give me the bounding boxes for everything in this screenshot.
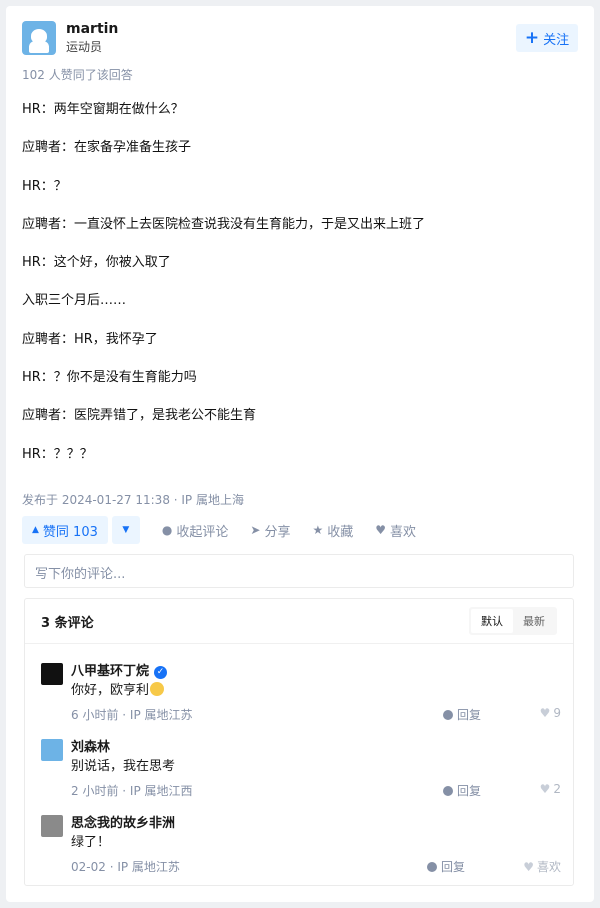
favorite-label: 收藏: [327, 524, 354, 540]
answer-line: 应聘者：医院弄错了，是我老公不能生育: [22, 408, 257, 424]
follow-label: 关注: [543, 32, 570, 48]
approve-count: 102 人赞同了该回答: [22, 68, 133, 82]
heart-icon: ♥: [375, 523, 386, 537]
reply-icon: [442, 709, 453, 720]
comment-time: 6 小时前: [71, 708, 119, 722]
comments-panel: 3 条评论 默认 最新 八甲基环丁烷 ✓ 你好，欧亨利 6 小时前 · IP 属…: [24, 598, 574, 886]
comments-count: 3 条评论: [41, 615, 94, 631]
like-count: 2: [553, 782, 561, 796]
answer-line: HR：？: [22, 178, 67, 194]
comment-ip: IP 属地江西: [129, 784, 193, 798]
comment-text: 你好，欧亨利: [71, 682, 165, 700]
comment-text: 绿了！: [71, 835, 111, 850]
commenter-name[interactable]: 刘森林: [71, 739, 110, 757]
sort-toggle: 默认 最新: [469, 607, 557, 635]
follow-button[interactable]: + 关注: [516, 24, 578, 52]
comments-header: 3 条评论 默认 最新: [25, 599, 573, 644]
reply-icon: [442, 785, 453, 796]
like-count: 9: [553, 706, 561, 720]
reply-label: 回复: [456, 784, 481, 798]
commenter-name[interactable]: 八甲基环丁烷 ✓: [71, 663, 168, 681]
author-info: martin 运动员: [22, 20, 118, 56]
answer-line: HR：？你不是没有生育能力吗: [22, 370, 197, 386]
answer-line: HR：两年空窗期在做什么？: [22, 102, 184, 117]
heart-icon: ♥: [539, 706, 551, 720]
action-bar: ▲ 赞同 103 ▼ ● 收起评论 ➤ 分享 ★ 收藏 ♥ 喜欢: [22, 516, 416, 544]
comment-item: 八甲基环丁烷 ✓ 你好，欧亨利 6 小时前 · IP 属地江苏 回复 ♥ 9: [41, 663, 561, 733]
comment-text: 别说话，我在思考: [71, 759, 176, 774]
triangle-down-icon: ▼: [122, 525, 130, 535]
author-name[interactable]: martin: [66, 20, 118, 38]
reply-button[interactable]: 回复: [426, 858, 465, 875]
reply-button[interactable]: 回复: [442, 782, 481, 799]
like-button[interactable]: ♥ 喜欢: [375, 521, 416, 540]
author-bio: 运动员: [66, 40, 103, 54]
reply-label: 回复: [440, 860, 465, 874]
answer-line: 应聘者：在家备孕准备生孩子: [22, 140, 192, 156]
share-button[interactable]: ➤ 分享: [250, 521, 290, 540]
commenter-name-text: 八甲基环丁烷: [71, 664, 150, 679]
plus-icon: +: [524, 28, 540, 48]
collapse-comments-label: 收起评论: [176, 524, 229, 540]
triangle-up-icon: ▲: [32, 525, 39, 535]
commenter-avatar[interactable]: [41, 815, 63, 837]
share-label: 分享: [264, 524, 291, 540]
comment-time: 2 小时前: [71, 784, 119, 798]
commenter-name[interactable]: 思念我的故乡非洲: [71, 815, 175, 833]
commenter-avatar[interactable]: [41, 739, 63, 761]
heart-icon: ♥: [539, 782, 551, 796]
author-avatar[interactable]: [22, 21, 56, 55]
comment-meta: 2 小时前 · IP 属地江西: [71, 784, 193, 798]
answer-line: HR：？？？: [22, 446, 93, 462]
heart-icon: ♥: [523, 859, 534, 874]
vote-up-button[interactable]: ▲ 赞同 103: [22, 516, 108, 544]
answer-card: martin 运动员 + 关注 102 人赞同了该回答 HR：两年空窗期在做什么…: [6, 6, 594, 902]
answer-line: 应聘者：HR，我怀孕了: [22, 331, 158, 347]
comment-input[interactable]: 写下你的评论...: [24, 554, 574, 588]
comment-like-button[interactable]: ♥ 2: [533, 782, 561, 796]
collapse-comments-button[interactable]: ● 收起评论: [162, 521, 229, 540]
comment-ip: IP 属地江苏: [129, 708, 193, 722]
answer-line: 应聘者：一直没怀上去医院检查说我没有生育能力，于是又出来上班了: [22, 216, 426, 232]
comment-item: 刘森林 别说话，我在思考 2 小时前 · IP 属地江西 回复 ♥ 2: [41, 739, 561, 809]
answer-line: HR：这个好，你被入取了: [22, 255, 171, 271]
share-icon: ➤: [250, 523, 261, 537]
like-count: 喜欢: [536, 860, 561, 874]
commenter-name-text: 刘森林: [71, 740, 111, 755]
verified-badge-icon: ✓: [154, 665, 168, 679]
comment-meta: 6 小时前 · IP 属地江苏: [71, 708, 193, 722]
comment-item: 思念我的故乡非洲 绿了！ 02-02 · IP 属地江苏 回复 ♥ 喜欢: [41, 815, 561, 885]
like-label: 喜欢: [390, 524, 417, 540]
sort-latest-button[interactable]: 最新: [513, 609, 555, 633]
comment-ip: IP 属地江苏: [117, 860, 180, 874]
vote-down-button[interactable]: ▼: [111, 516, 140, 544]
thinking-emoji-icon: [150, 682, 165, 696]
answer-content: HR：两年空窗期在做什么？ 应聘者：在家备孕准备生孩子 HR：？ 应聘者：一直没…: [22, 102, 562, 485]
publish-info[interactable]: 发布于 2024-01-27 11:38 · IP 属地上海: [22, 491, 244, 508]
favorite-button[interactable]: ★ 收藏: [312, 521, 353, 540]
reply-button[interactable]: 回复: [442, 706, 481, 723]
reply-label: 回复: [456, 708, 481, 722]
comment-text-content: 你好，欧亨利: [71, 683, 150, 698]
commenter-avatar[interactable]: [41, 663, 63, 685]
comment-time: 02-02: [71, 860, 106, 874]
comment-like-button[interactable]: ♥ 9: [533, 706, 561, 720]
sort-default-button[interactable]: 默认: [471, 609, 513, 633]
commenter-name-text: 思念我的故乡非洲: [71, 816, 176, 831]
comment-like-button[interactable]: ♥ 喜欢: [523, 858, 561, 875]
comment-meta: 02-02 · IP 属地江苏: [71, 860, 180, 874]
star-icon: ★: [312, 523, 324, 537]
comment-icon: ●: [161, 523, 173, 537]
vote-up-label: 赞同 103: [42, 524, 98, 540]
reply-icon: [426, 861, 437, 872]
answer-line: 入职三个月后……: [22, 293, 127, 309]
